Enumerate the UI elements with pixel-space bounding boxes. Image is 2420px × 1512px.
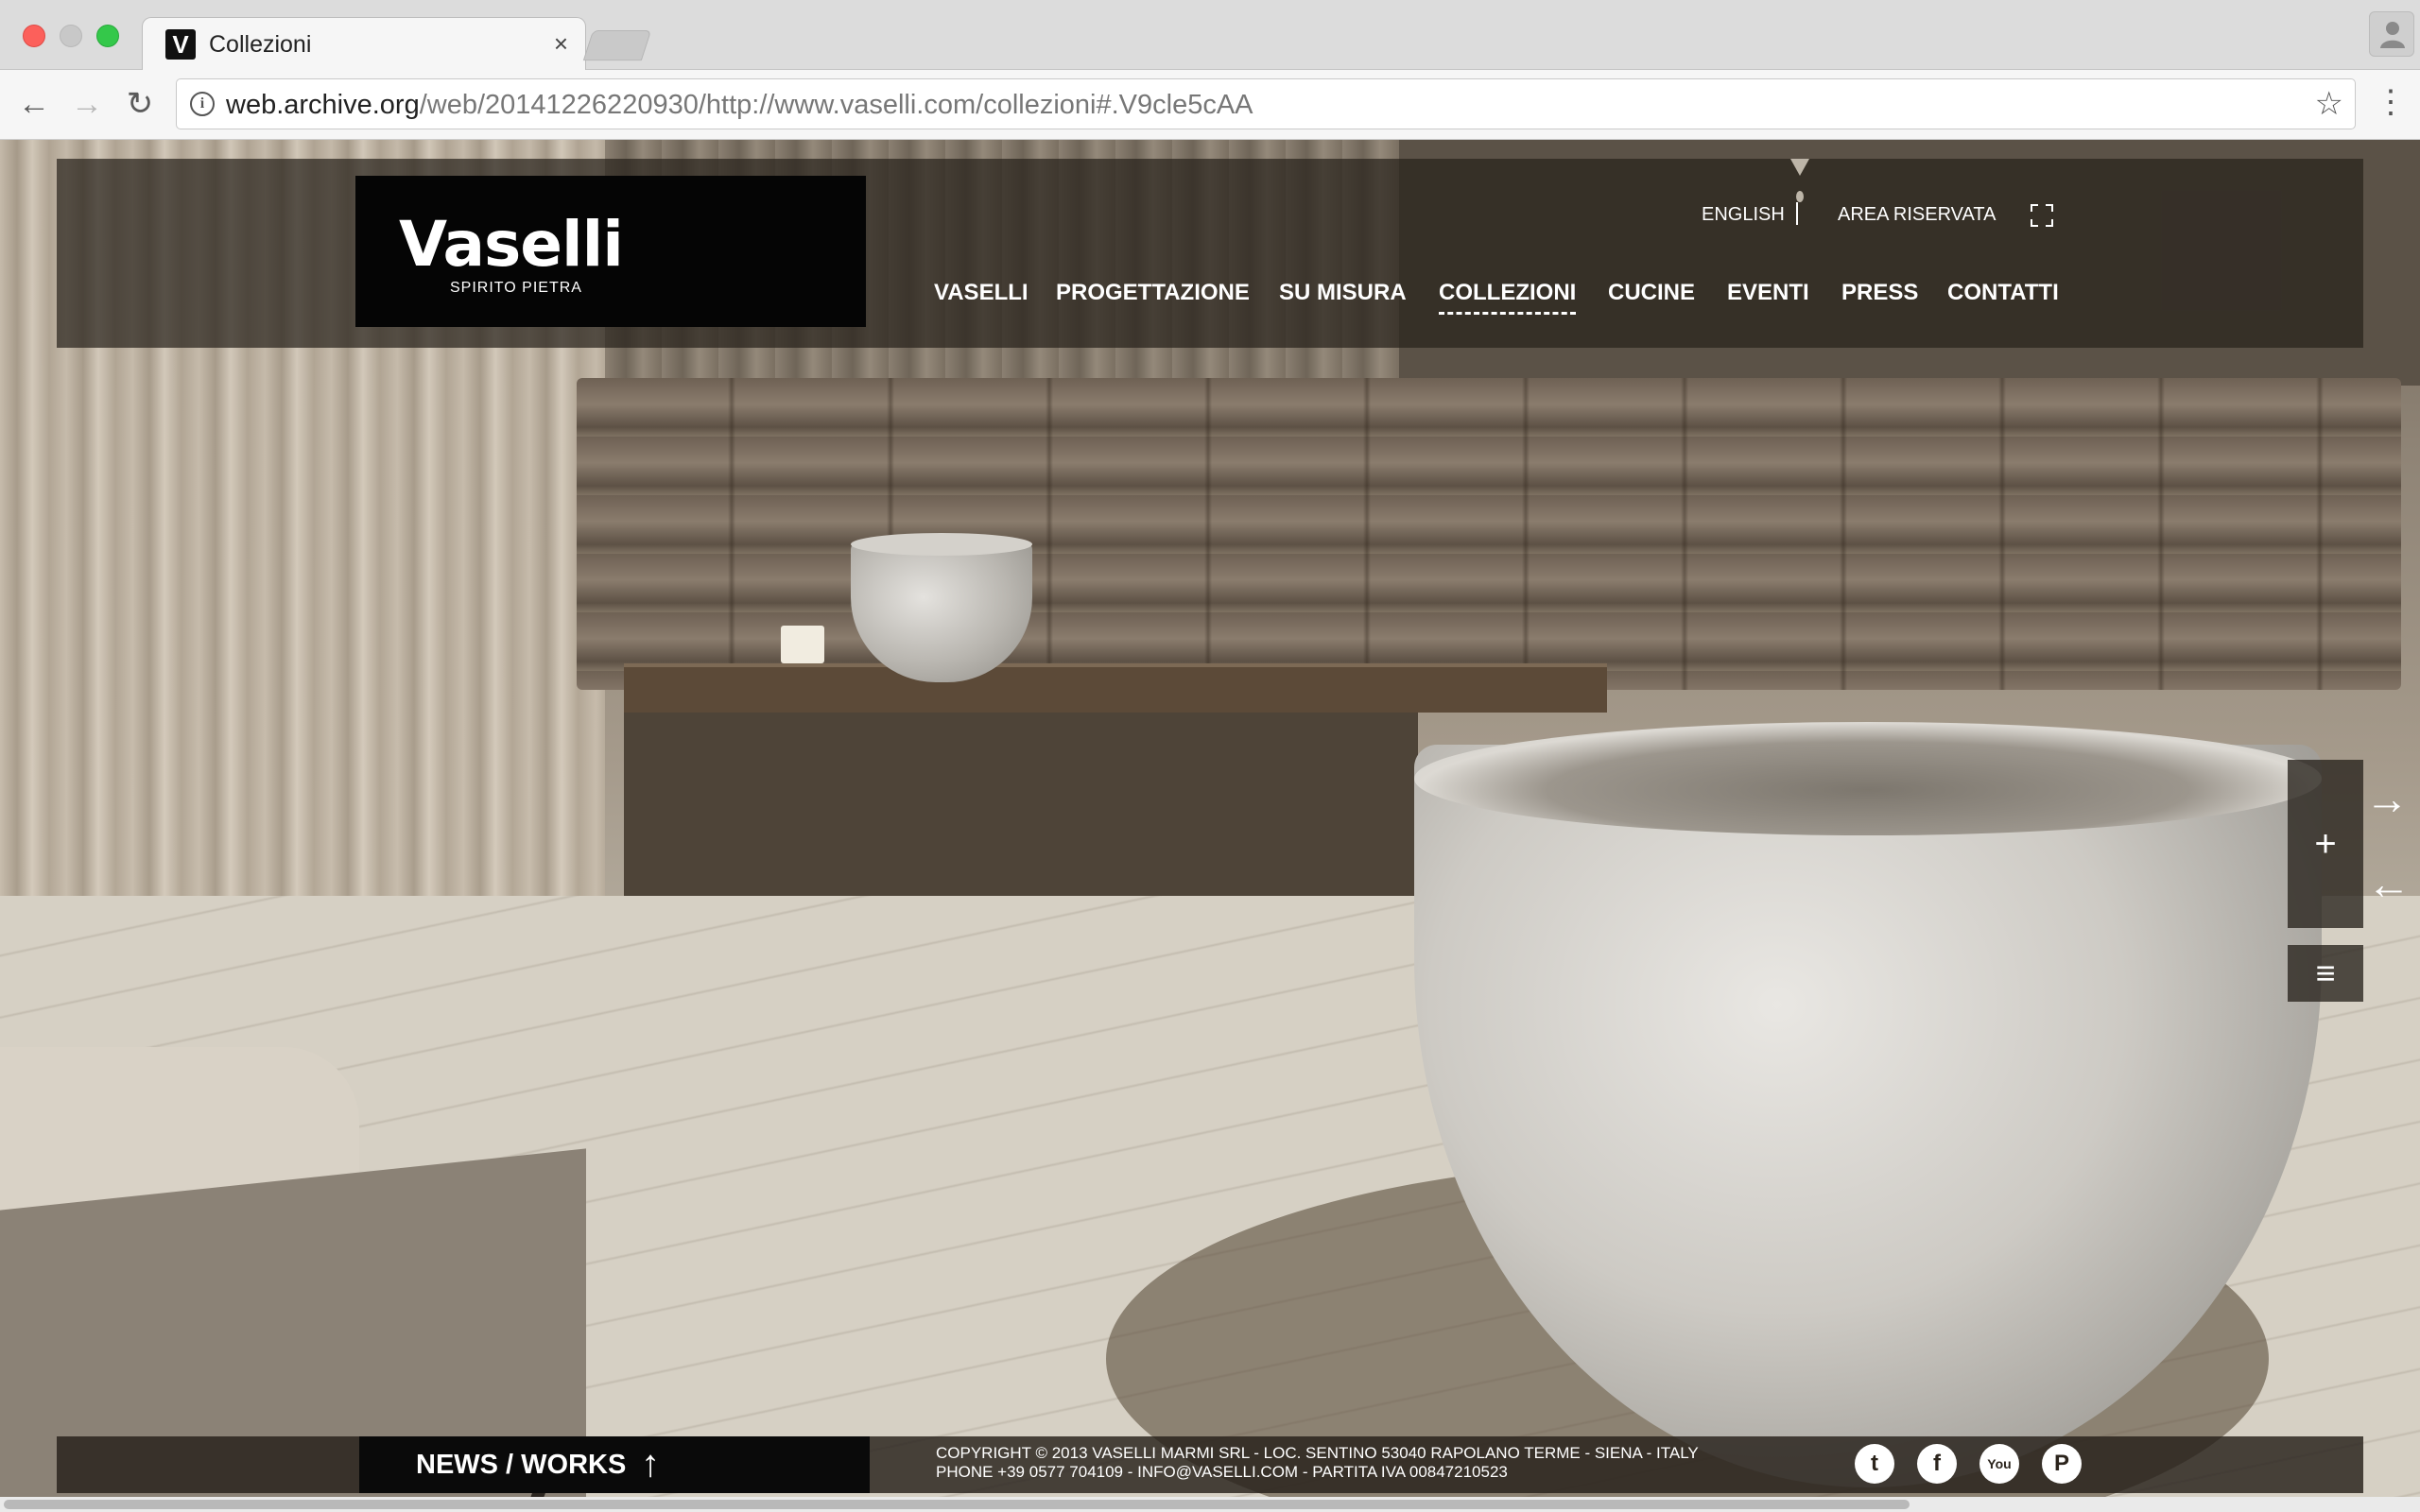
nav-eventi[interactable]: EVENTI	[1727, 280, 1809, 306]
fullscreen-icon[interactable]	[2031, 204, 2053, 227]
nav-vaselli[interactable]: VASELLI	[934, 280, 1028, 306]
reserved-area-link[interactable]: AREA RISERVATA	[1838, 204, 1996, 226]
profile-icon	[2380, 22, 2405, 48]
horizontal-scrollbar[interactable]	[0, 1497, 2420, 1512]
minimize-window-button[interactable]	[60, 25, 82, 47]
news-works-button[interactable]: NEWS / WORKS ↑	[359, 1436, 870, 1493]
maximize-window-button[interactable]	[96, 25, 119, 47]
copyright-text: COPYRIGHT © 2013 VASELLI MARMI SRL - LOC…	[936, 1444, 1699, 1482]
site-favicon-icon: V	[165, 29, 196, 60]
new-tab-button[interactable]	[582, 30, 652, 60]
pinterest-icon[interactable]: P	[2042, 1444, 2082, 1484]
back-arrow-icon[interactable]: ←	[15, 85, 53, 123]
nav-collezioni[interactable]: COLLEZIONI	[1439, 280, 1577, 315]
close-window-button[interactable]	[23, 25, 45, 47]
nav-su-misura[interactable]: SU MISURA	[1279, 280, 1407, 306]
star-icon[interactable]: ☆	[2315, 85, 2343, 123]
language-english-link[interactable]: ENGLISH	[1702, 204, 1785, 226]
browser-toolbar: ← → ↻ i web.archive.org/web/201412262209…	[0, 70, 2420, 140]
arrow-up-icon: ↑	[641, 1443, 660, 1485]
url-text[interactable]: web.archive.org/web/20141226220930/http:…	[226, 90, 1253, 121]
plus-icon[interactable]: +	[2288, 760, 2363, 928]
address-bar[interactable]: i web.archive.org/web/20141226220930/htt…	[176, 78, 2356, 129]
copyright-line-2: PHONE +39 0577 704109 - INFO@VASELLI.COM…	[936, 1463, 1508, 1481]
hamburger-menu-icon[interactable]: ≡	[2288, 945, 2363, 1002]
site-logo[interactable]: Vaselli SPIRITO PIETRA	[355, 176, 866, 327]
site-header: Vaselli SPIRITO PIETRA ENGLISH AREA RISE…	[57, 159, 2363, 348]
prev-arrow-icon[interactable]: ←	[2367, 858, 2411, 909]
top-links-divider	[1796, 202, 1798, 225]
photo-small-basin-rim	[851, 533, 1032, 556]
youtube-icon[interactable]: You	[1979, 1444, 2019, 1484]
url-host: web.archive.org	[226, 90, 420, 120]
profile-button[interactable]	[2369, 11, 2414, 57]
logo-tagline: SPIRITO PIETRA	[450, 280, 582, 296]
tab-title: Collezioni	[209, 31, 312, 58]
nav-cucine[interactable]: CUCINE	[1608, 280, 1695, 306]
logo-wordmark: Vaselli	[399, 208, 624, 281]
facebook-icon[interactable]: f	[1917, 1444, 1957, 1484]
news-works-label: NEWS / WORKS	[416, 1450, 627, 1480]
next-arrow-icon[interactable]: →	[2365, 773, 2409, 824]
web-page: Vaselli SPIRITO PIETRA ENGLISH AREA RISE…	[0, 140, 2420, 1512]
nav-progettazione[interactable]: PROGETTAZIONE	[1056, 280, 1250, 306]
copyright-line-1: COPYRIGHT © 2013 VASELLI MARMI SRL - LOC…	[936, 1444, 1699, 1462]
photo-shelf	[624, 663, 1607, 713]
scrollbar-thumb[interactable]	[4, 1500, 1910, 1509]
reload-icon[interactable]: ↻	[121, 85, 159, 123]
photo-candles	[781, 626, 824, 663]
info-icon[interactable]: i	[190, 92, 215, 116]
nav-press[interactable]: PRESS	[1841, 280, 1918, 306]
nav-contatti[interactable]: CONTATTI	[1947, 280, 2059, 306]
site-footer: NEWS / WORKS ↑ COPYRIGHT © 2013 VASELLI …	[57, 1436, 2363, 1493]
tab-close-icon[interactable]: ×	[554, 29, 568, 59]
forward-arrow-icon[interactable]: →	[68, 85, 106, 123]
menu-dots-icon[interactable]: ⋮	[2375, 83, 2407, 121]
browser-tab-bar: V Collezioni ×	[0, 0, 2420, 71]
photo-headboard	[577, 378, 2401, 690]
tab-collezioni[interactable]: V Collezioni ×	[142, 17, 586, 71]
url-path: /web/20141226220930/http://www.vaselli.c…	[419, 90, 1253, 120]
drip-icon	[1790, 159, 1809, 202]
photo-marble-tub-rim	[1414, 722, 2322, 835]
twitter-icon[interactable]: t	[1855, 1444, 1894, 1484]
